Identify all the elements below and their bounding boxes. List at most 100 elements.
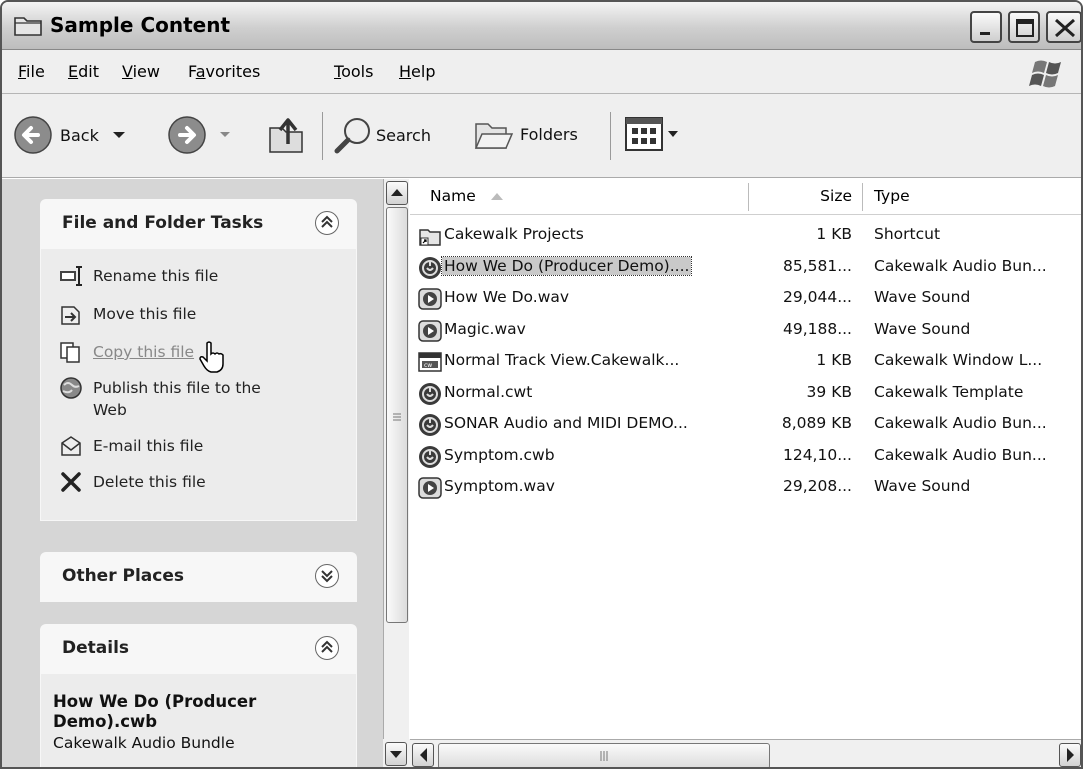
move-file-task[interactable]: Move this file bbox=[59, 303, 196, 325]
title-bar[interactable]: Sample Content bbox=[2, 2, 1081, 50]
rename-file-task[interactable]: Rename this file bbox=[59, 265, 218, 287]
file-row[interactable]: Magic.wav 49,188... Wave Sound bbox=[410, 315, 1081, 346]
file-type: Wave Sound bbox=[874, 477, 971, 495]
delete-file-task[interactable]: Delete this file bbox=[59, 471, 206, 493]
thumb-grip-icon bbox=[393, 413, 401, 421]
email-icon bbox=[61, 436, 81, 456]
column-separator[interactable] bbox=[862, 183, 863, 211]
rename-icon bbox=[60, 266, 82, 286]
publish-file-task[interactable]: Publish this file to the Web bbox=[59, 377, 261, 421]
menu-help[interactable]: Help bbox=[399, 62, 435, 81]
globe-icon bbox=[60, 377, 82, 399]
wave-icon bbox=[418, 476, 442, 500]
file-size: 29,208... bbox=[782, 477, 852, 495]
file-row[interactable]: Symptom.cwb 124,10... Cakewalk Audio Bun..… bbox=[410, 441, 1081, 472]
forward-dropdown-icon[interactable] bbox=[216, 128, 234, 142]
search-icon bbox=[334, 118, 370, 154]
scroll-down-icon bbox=[390, 751, 402, 758]
folders-label: Folders bbox=[520, 124, 578, 144]
collapse-chevron-icon[interactable] bbox=[315, 211, 339, 235]
column-name[interactable]: Name bbox=[430, 187, 505, 205]
file-name: Normal Track View.Cakewalk... bbox=[444, 351, 680, 369]
file-type: Cakewalk Audio Bun... bbox=[874, 256, 1047, 275]
up-folder-icon bbox=[269, 118, 303, 153]
file-row[interactable]: Normal.cwt 39 KB Cakewalk Template bbox=[410, 378, 1081, 409]
thumb-grip-icon bbox=[600, 751, 608, 761]
hscroll-thumb[interactable] bbox=[438, 743, 770, 767]
scroll-left-button[interactable] bbox=[412, 743, 434, 767]
menu-edit[interactable]: Edit bbox=[68, 62, 99, 81]
menu-tools[interactable]: Tools bbox=[334, 62, 373, 81]
email-file-task[interactable]: E-mail this file bbox=[59, 435, 203, 457]
close-button[interactable] bbox=[1046, 11, 1081, 43]
views-icon bbox=[625, 117, 663, 151]
expand-chevron-icon[interactable] bbox=[315, 564, 339, 588]
file-size: 49,188... bbox=[782, 319, 852, 338]
other-places-header[interactable]: Other Places bbox=[40, 552, 357, 602]
file-row[interactable]: Symptom.wav 29,208... Wave Sound bbox=[410, 472, 1081, 503]
file-name: Magic.wav bbox=[444, 319, 526, 338]
column-header: Name Size Type bbox=[410, 179, 1081, 215]
file-row[interactable]: How We Do (Producer Demo).... 85,581... Ca… bbox=[410, 252, 1081, 283]
column-type[interactable]: Type bbox=[874, 187, 910, 205]
windows-logo-icon bbox=[1029, 60, 1061, 88]
file-row[interactable]: Cakewalk Projects 1 KB Shortcut bbox=[410, 220, 1081, 251]
details-file-type: Cakewalk Audio Bundle bbox=[53, 734, 235, 752]
minimize-icon bbox=[980, 32, 990, 35]
back-dropdown-icon[interactable] bbox=[109, 128, 129, 142]
copy-file-task[interactable]: Copy this file bbox=[59, 341, 194, 363]
file-name: Symptom.wav bbox=[444, 477, 555, 495]
search-button[interactable]: Search bbox=[332, 114, 431, 156]
svg-text:cw: cw bbox=[424, 362, 432, 369]
details-body: How We Do (Producer Demo).cwb Cakewalk Au… bbox=[40, 674, 357, 767]
file-folder-tasks-header[interactable]: File and Folder Tasks bbox=[40, 199, 357, 249]
scroll-up-button[interactable] bbox=[386, 181, 408, 205]
details-header[interactable]: Details bbox=[40, 624, 357, 674]
file-row[interactable]: SONAR Audio and MIDI DEMO... 8,089 KB Cake… bbox=[410, 409, 1081, 440]
file-name: SONAR Audio and MIDI DEMO... bbox=[444, 414, 688, 432]
wave-icon bbox=[418, 319, 442, 343]
panel-title: File and Folder Tasks bbox=[62, 213, 264, 233]
back-button[interactable]: Back bbox=[12, 114, 129, 156]
folders-icon bbox=[474, 123, 514, 149]
toolbar-separator bbox=[322, 112, 323, 160]
file-type: Cakewalk Audio Bun... bbox=[874, 414, 1047, 432]
views-dropdown-icon bbox=[668, 131, 678, 137]
scroll-thumb[interactable] bbox=[386, 207, 408, 623]
file-row[interactable]: How We Do.wav 29,044... Wave Sound bbox=[410, 283, 1081, 314]
up-folder-button[interactable] bbox=[264, 112, 308, 156]
cakewalk-icon bbox=[418, 382, 442, 406]
menu-view[interactable]: View bbox=[122, 62, 160, 81]
forward-button[interactable] bbox=[166, 114, 234, 156]
delete-icon bbox=[61, 472, 81, 492]
task-pane-scrollbar[interactable] bbox=[383, 179, 409, 767]
file-row[interactable]: cw Normal Track View.Cakewalk... 1 KB Cakew… bbox=[410, 346, 1081, 377]
search-label: Search bbox=[376, 125, 431, 145]
file-folder-tasks-body: Rename this file Move this file Copy thi… bbox=[40, 249, 357, 521]
move-icon bbox=[61, 306, 80, 325]
column-size[interactable]: Size bbox=[748, 187, 852, 205]
scroll-left-icon bbox=[420, 748, 427, 762]
views-button[interactable] bbox=[624, 116, 680, 152]
task-pane: File and Folder Tasks Rename this file M… bbox=[2, 179, 383, 767]
scroll-down-button[interactable] bbox=[385, 742, 407, 766]
file-name: How We Do (Producer Demo).... bbox=[440, 255, 693, 276]
folder-shortcut-icon bbox=[418, 224, 442, 248]
scroll-right-icon bbox=[1067, 748, 1074, 762]
menu-file[interactable]: File bbox=[18, 62, 45, 81]
folders-button[interactable]: Folders bbox=[472, 114, 578, 154]
collapse-chevron-icon[interactable] bbox=[315, 636, 339, 660]
scroll-right-button[interactable] bbox=[1059, 743, 1081, 767]
file-list-hscrollbar[interactable] bbox=[410, 739, 1081, 767]
file-size: 8,089 KB bbox=[781, 414, 852, 432]
menu-favorites[interactable]: Favorites bbox=[188, 62, 260, 81]
folder-icon bbox=[14, 17, 42, 36]
scroll-up-icon bbox=[391, 189, 403, 196]
panel-title: Other Places bbox=[62, 566, 184, 586]
back-arrow-icon bbox=[14, 116, 52, 154]
file-size: 29,044... bbox=[782, 288, 852, 306]
file-type: Cakewalk Window L... bbox=[874, 351, 1043, 369]
file-size: 85,581... bbox=[782, 256, 852, 275]
minimize-button[interactable] bbox=[970, 11, 1002, 43]
maximize-button[interactable] bbox=[1008, 11, 1040, 43]
